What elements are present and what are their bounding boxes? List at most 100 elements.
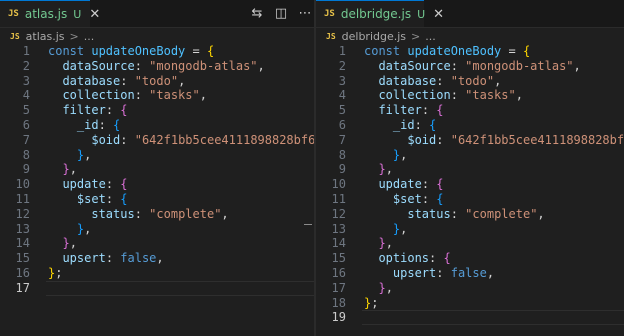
code-line[interactable]: 16 upsert: false, <box>316 266 624 281</box>
code-line[interactable]: 8 }, <box>0 148 314 163</box>
code-line[interactable]: 4 collection: "tasks", <box>316 88 624 103</box>
breadcrumb-file[interactable]: delbridge.js <box>342 30 406 43</box>
code-token: database <box>378 73 437 88</box>
code-area[interactable]: 1 const updateOneBody = {2 dataSource: "m… <box>0 44 314 296</box>
code-token: status <box>407 206 451 221</box>
code-token: { <box>120 103 128 118</box>
code-token: : <box>436 265 451 280</box>
code-token: "todo" <box>134 73 179 88</box>
code-line[interactable]: 4 collection: "tasks", <box>0 88 314 103</box>
line-number: 12 <box>331 206 346 221</box>
code-line[interactable]: 2 dataSource: "mongodb-atlas", <box>316 59 624 74</box>
code-line[interactable]: 6 _id: { <box>0 118 314 133</box>
code-token: , <box>515 88 523 103</box>
code-token: _id <box>392 117 415 132</box>
code-line[interactable]: 5 filter: { <box>316 103 624 118</box>
code-token: options <box>378 251 430 266</box>
code-text: update: { <box>364 177 443 192</box>
code-line[interactable]: 6 _id: { <box>316 118 624 133</box>
code-line[interactable]: 15 upsert: false, <box>0 251 314 266</box>
breadcrumb-file[interactable]: atlas.js <box>26 30 65 43</box>
javascript-file-icon: JS <box>324 9 335 19</box>
line-number: 3 <box>22 73 30 88</box>
code-line[interactable]: 9 }, <box>0 162 314 177</box>
code-text: $oid: "642f1bb5cee4111898828bf6", <box>364 133 624 148</box>
code-line[interactable]: 10 update: { <box>0 177 314 192</box>
code-token: , <box>385 236 393 251</box>
more-actions-icon[interactable]: ⋯ <box>298 6 312 21</box>
line-number: 17 <box>331 280 346 295</box>
code-token: ; <box>371 295 379 310</box>
code-line[interactable]: 9 }, <box>316 162 624 177</box>
code-token: : <box>134 88 150 103</box>
code-line[interactable]: 7 $oid: "642f1bb5cee4111898828bf6", <box>316 133 624 148</box>
code-token: { <box>436 103 444 118</box>
code-line[interactable]: 13 }, <box>0 222 314 237</box>
close-icon[interactable]: ✕ <box>433 7 444 22</box>
code-text: }; <box>364 296 378 311</box>
code-line[interactable]: 17 <box>0 280 314 296</box>
code-line[interactable]: 17 }, <box>316 281 624 296</box>
code-text: filter: { <box>48 103 128 118</box>
line-number: 6 <box>22 117 30 132</box>
code-token: : <box>105 191 121 206</box>
line-number: 14 <box>15 236 30 251</box>
code-line[interactable]: 16}; <box>0 266 314 281</box>
left-editor-pane[interactable]: JS atlas.js U ✕ ⇆ ◫ ⋯ JS atlas.js > ... … <box>0 0 314 336</box>
code-line[interactable]: 1 const updateOneBody = { <box>316 44 624 59</box>
close-icon[interactable]: ✕ <box>89 7 100 22</box>
code-line[interactable]: 18}; <box>316 296 624 311</box>
code-line[interactable]: 15 options: { <box>316 251 624 266</box>
code-area[interactable]: 1 const updateOneBody = {2 dataSource: "m… <box>316 44 624 326</box>
code-token: false <box>120 251 157 266</box>
code-token: : <box>429 251 444 266</box>
tab-delbridge-js[interactable]: JS delbridge.js U ✕ <box>316 0 444 27</box>
code-line[interactable]: 12 status: "complete", <box>316 207 624 222</box>
code-token: $set <box>392 191 422 206</box>
code-line[interactable]: 3 database: "todo", <box>316 74 624 89</box>
code-token: status <box>91 206 135 221</box>
code-token: : <box>98 117 114 132</box>
compare-changes-icon[interactable]: ⇆ <box>250 6 264 21</box>
code-line[interactable]: 19 <box>316 310 624 326</box>
code-token: : <box>105 177 121 192</box>
split-editor-icon[interactable]: ◫ <box>274 6 288 21</box>
line-number: 7 <box>22 132 30 147</box>
code-line[interactable]: 12 status: "complete", <box>0 207 314 222</box>
right-editor-pane[interactable]: JS delbridge.js U ✕ JS delbridge.js > ..… <box>316 0 624 336</box>
code-token: : <box>450 206 466 221</box>
code-line[interactable]: 3 database: "todo", <box>0 74 314 89</box>
breadcrumb-symbols[interactable]: ... <box>425 30 436 43</box>
code-line[interactable]: 11 $set: { <box>316 192 624 207</box>
code-token: upsert <box>392 265 437 280</box>
code-line[interactable]: 8 }, <box>316 148 624 163</box>
code-token: "642f1bb5cee4111898828bf6" <box>450 132 624 147</box>
code-line[interactable]: 10 update: { <box>316 177 624 192</box>
code-line[interactable]: 1 const updateOneBody = { <box>0 44 314 59</box>
tab-atlas-js[interactable]: JS atlas.js U ✕ <box>0 0 100 27</box>
code-text: database: "todo", <box>364 74 501 89</box>
code-line[interactable]: 7 $oid: "642f1bb5cee4111898828bf6", <box>0 133 314 148</box>
code-line[interactable]: 2 dataSource: "mongodb-atlas", <box>0 59 314 74</box>
code-token: { <box>436 191 444 206</box>
code-token: , <box>221 206 229 221</box>
code-text: }, <box>48 148 91 163</box>
code-line[interactable]: 13 }, <box>316 222 624 237</box>
code-text: }; <box>48 266 62 281</box>
code-token: , <box>494 73 502 88</box>
code-line[interactable]: 14 }, <box>316 236 624 251</box>
line-number: 1 <box>22 44 30 58</box>
code-line[interactable]: 5 filter: { <box>0 103 314 118</box>
line-number: 9 <box>338 162 346 177</box>
code-token: { <box>120 191 128 206</box>
code-line[interactable]: 14 }, <box>0 236 314 251</box>
breadcrumb-symbols[interactable]: ... <box>84 30 95 43</box>
code-line[interactable]: 11 $set: { <box>0 192 314 207</box>
